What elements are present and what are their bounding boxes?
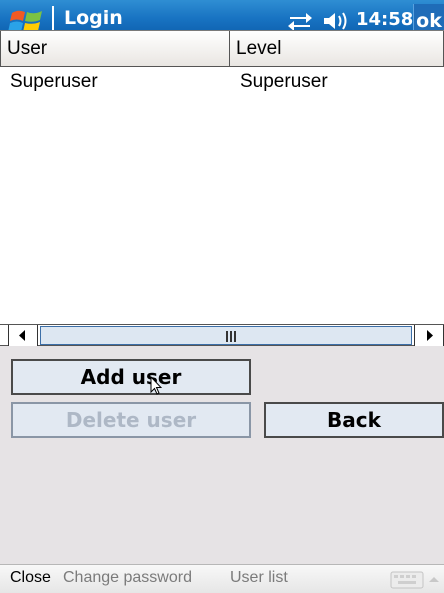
chevron-up-icon[interactable] [428, 575, 440, 583]
arrow-right-icon [427, 330, 433, 341]
arrow-left-icon [19, 330, 25, 341]
clock-time[interactable]: 14:58 [356, 9, 413, 30]
button-panel: Add user Delete user Back [0, 346, 444, 564]
scroll-left-button[interactable] [8, 325, 38, 346]
add-user-button[interactable]: Add user [11, 359, 251, 395]
scroll-right-button[interactable] [414, 325, 444, 346]
list-header: User Level [0, 31, 444, 67]
menu-bar: Close Change password User list [0, 564, 444, 593]
close-menu-item[interactable]: Close [10, 569, 51, 587]
user-list-menu-item[interactable]: User list [230, 569, 288, 587]
page-title: Login [64, 7, 123, 29]
mouse-cursor-icon [150, 376, 162, 395]
back-button[interactable]: Back [264, 402, 444, 438]
cell-user: Superuser [10, 71, 98, 92]
cell-level: Superuser [240, 71, 328, 92]
change-password-menu-item[interactable]: Change password [63, 569, 192, 587]
keyboard-icon[interactable] [390, 571, 424, 589]
grip-icon [226, 331, 236, 342]
table-row[interactable]: Superuser Superuser [0, 67, 444, 97]
column-header-user[interactable]: User [0, 31, 230, 67]
column-header-level[interactable]: Level [230, 31, 444, 67]
horizontal-scrollbar[interactable] [0, 324, 444, 346]
delete-user-button[interactable]: Delete user [11, 402, 251, 438]
scroll-thumb[interactable] [40, 326, 412, 345]
user-list-view[interactable]: User Level Superuser Superuser [0, 30, 444, 346]
